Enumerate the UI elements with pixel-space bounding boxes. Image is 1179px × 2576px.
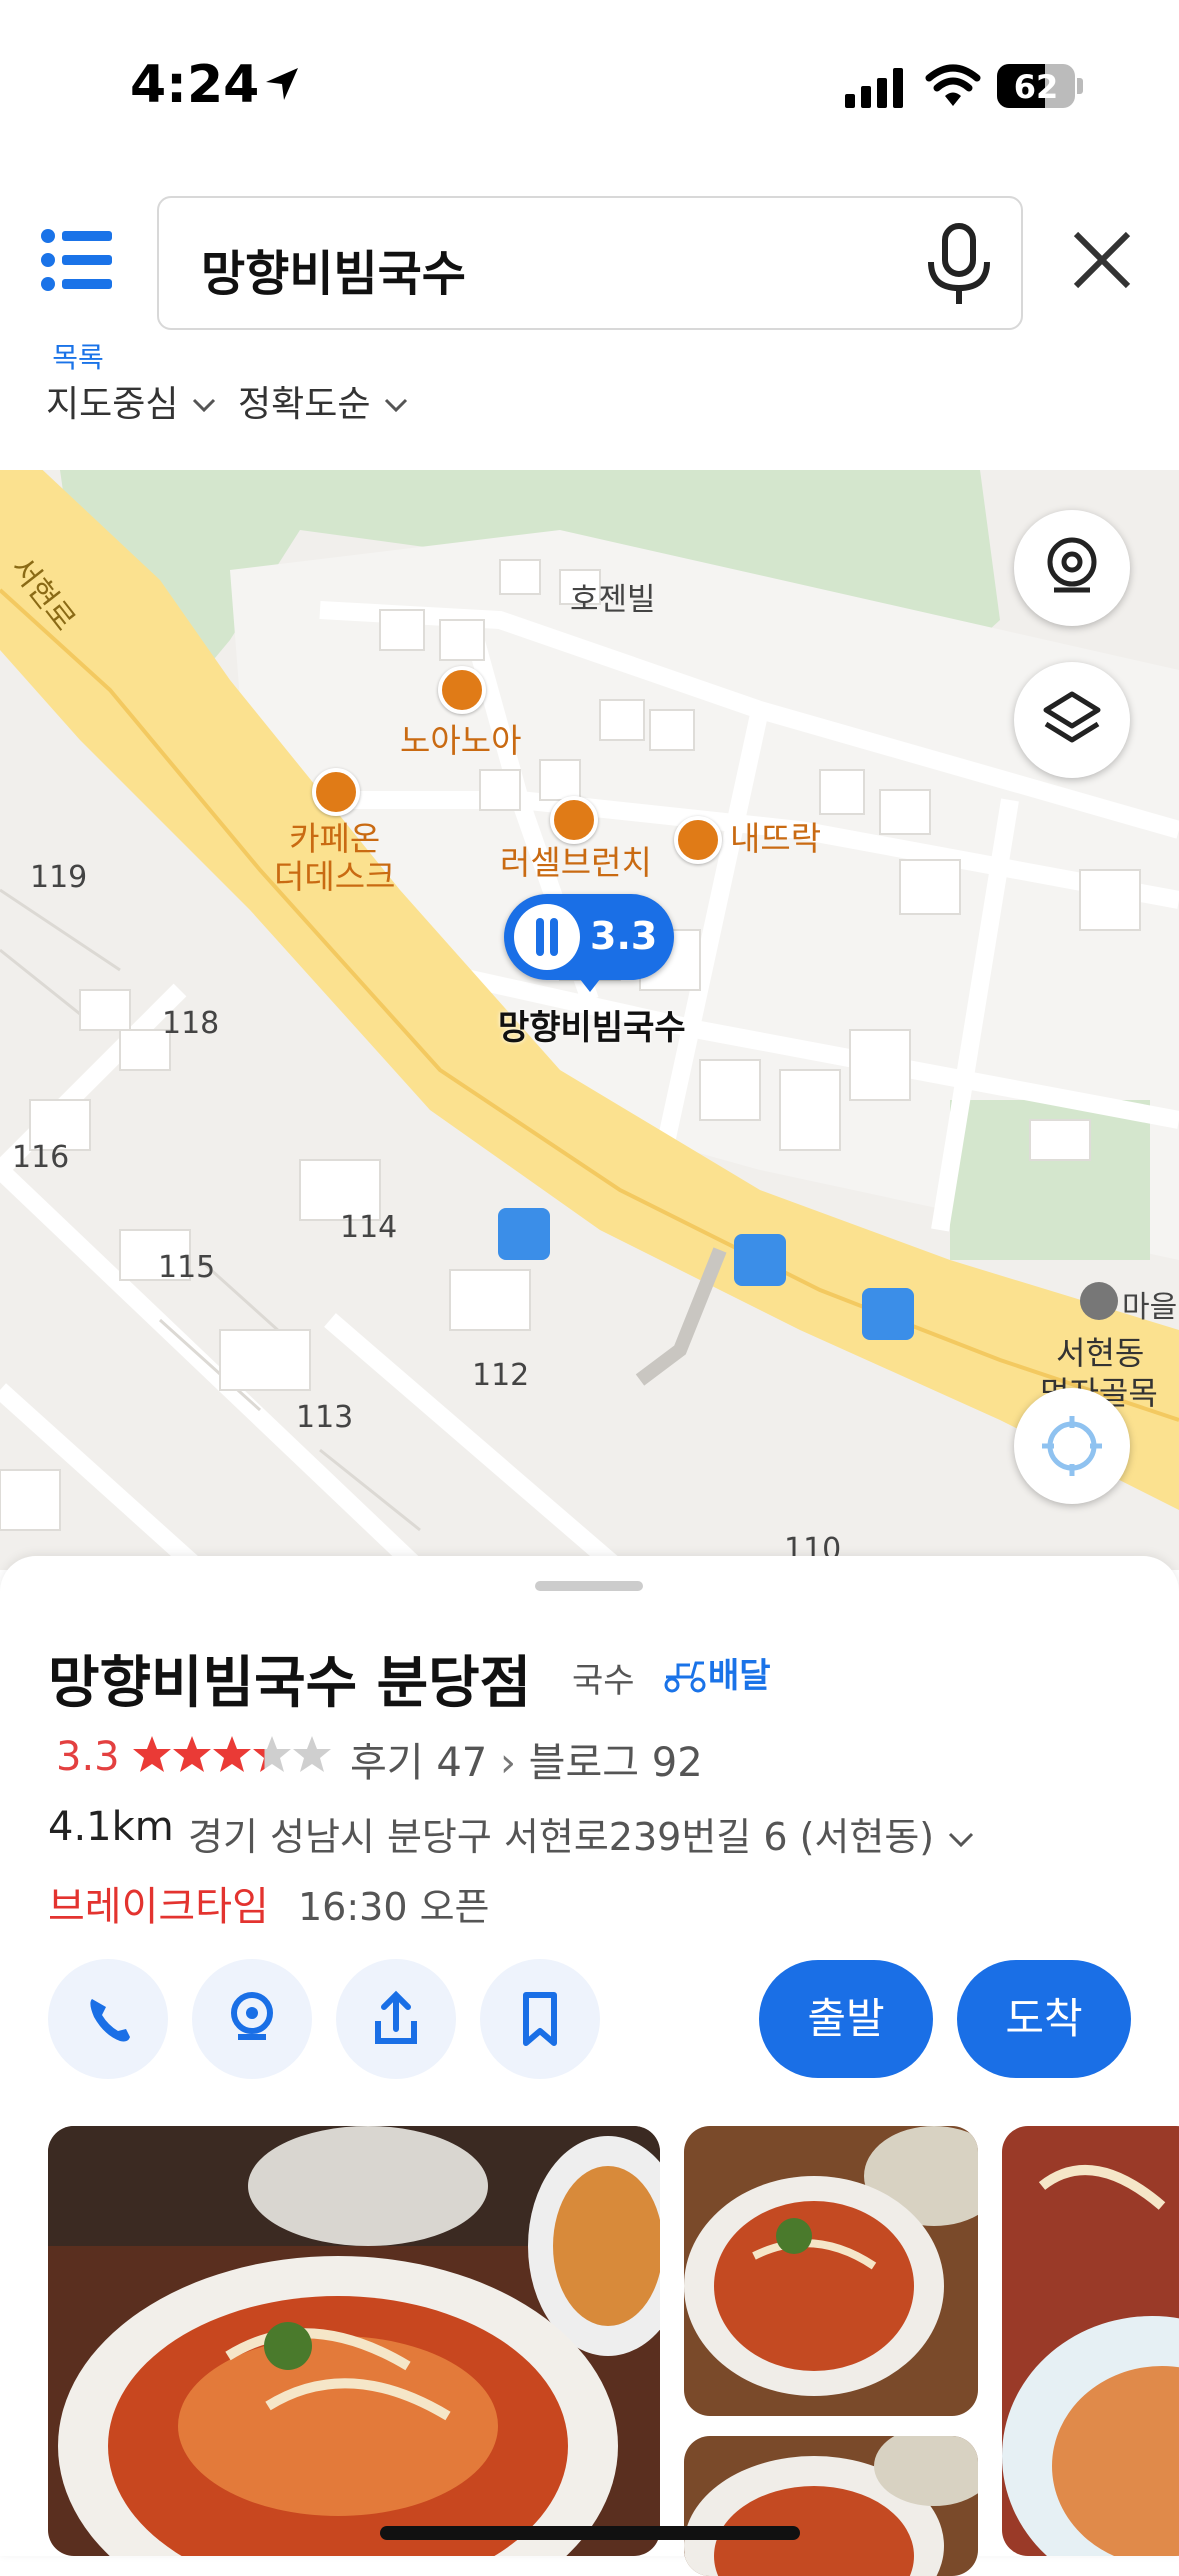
scooter-icon bbox=[664, 1661, 706, 1693]
place-label[interactable]: 내뜨락 bbox=[730, 820, 821, 858]
building-label: 119 bbox=[30, 860, 88, 895]
star-icon bbox=[133, 1736, 171, 1772]
crosshair-icon bbox=[1042, 1416, 1102, 1476]
delivery-badge[interactable]: 배달 bbox=[662, 1648, 771, 1697]
building-label: 116 bbox=[12, 1140, 70, 1175]
address[interactable]: 경기 성남시 분당구 서현로239번길 6 (서현동) bbox=[188, 1806, 976, 1861]
blog-label[interactable]: 블로그 92 bbox=[529, 1740, 703, 1786]
place-label[interactable]: 노아노아 bbox=[400, 722, 521, 760]
bus-stop-icon[interactable] bbox=[498, 1208, 550, 1260]
bookmark-icon bbox=[523, 1992, 557, 2046]
signal-icon bbox=[845, 68, 903, 108]
place-label[interactable]: 카페온 더데스크 bbox=[274, 820, 395, 896]
reviews-label[interactable]: 후기 47 bbox=[350, 1740, 487, 1786]
layers-icon bbox=[1043, 691, 1101, 743]
open-time: 16:30 오픈 bbox=[298, 1885, 490, 1929]
close-icon[interactable] bbox=[1068, 226, 1136, 294]
bakery-icon[interactable] bbox=[550, 796, 598, 844]
distance: 4.1km bbox=[48, 1804, 174, 1850]
building-label: 112 bbox=[472, 1358, 530, 1393]
place-detail-sheet[interactable]: 망향비빔국수 분당점 국수 배달 3.3 후기 47 › 블로그 92 4.1k… bbox=[0, 1556, 1179, 2576]
microphone-icon[interactable] bbox=[919, 222, 999, 308]
list-button[interactable]: 목록 bbox=[36, 218, 120, 374]
place-title: 망향비빔국수 분당점 bbox=[48, 1651, 532, 1716]
share-button[interactable] bbox=[336, 1959, 456, 2079]
sheet-handle[interactable] bbox=[535, 1581, 643, 1591]
search-query[interactable]: 망향비빔국수 bbox=[201, 234, 466, 304]
building-label: 118 bbox=[162, 1006, 220, 1041]
bookmark-button[interactable] bbox=[480, 1959, 600, 2079]
rating-value: 3.3 bbox=[56, 1734, 120, 1780]
share-icon bbox=[375, 1990, 417, 2044]
bus-stop-icon[interactable] bbox=[862, 1288, 914, 1340]
delivery-label: 배달 bbox=[708, 1656, 771, 1696]
depart-button[interactable]: 출발 bbox=[759, 1960, 933, 2078]
place-photo[interactable] bbox=[684, 2126, 978, 2416]
building-label: 113 bbox=[296, 1400, 354, 1435]
star-icon bbox=[293, 1736, 331, 1772]
marker-rating: 3.3 bbox=[590, 914, 658, 958]
chevron-down-icon bbox=[192, 398, 215, 413]
filter-label: 정확도순 bbox=[238, 384, 371, 425]
filter-label: 지도중심 bbox=[46, 384, 179, 425]
call-button[interactable] bbox=[48, 1959, 168, 2079]
location-arrow-icon bbox=[266, 68, 298, 100]
chevron-down-icon bbox=[949, 1832, 974, 1848]
business-status: 브레이크타임 bbox=[48, 1884, 269, 1930]
restaurant-icon[interactable] bbox=[674, 816, 722, 864]
battery-level: 62 bbox=[1013, 68, 1059, 106]
cafe-icon[interactable] bbox=[312, 768, 360, 816]
map-view[interactable]: 서현로 호젠빌 119 118 116 115 114 113 112 110 … bbox=[0, 470, 1179, 1570]
wifi-icon bbox=[925, 64, 981, 106]
building-label: 115 bbox=[158, 1250, 216, 1285]
filter-sort-accuracy[interactable]: 정확도순 bbox=[238, 375, 410, 427]
flag-icon bbox=[1080, 1282, 1118, 1320]
building-label: 호젠빌 bbox=[570, 582, 656, 618]
street-view-action-button[interactable] bbox=[192, 1959, 312, 2079]
place-category: 국수 bbox=[572, 1661, 635, 1701]
place-photo[interactable] bbox=[1002, 2126, 1179, 2556]
street-view-icon bbox=[1047, 537, 1097, 593]
search-input[interactable]: 망향비빔국수 bbox=[157, 196, 1023, 330]
list-icon bbox=[41, 229, 112, 291]
star-icon bbox=[253, 1736, 291, 1772]
place-label[interactable]: 러셀브런치 bbox=[500, 844, 652, 882]
star-icon bbox=[213, 1736, 251, 1772]
location-icon bbox=[231, 1992, 273, 2040]
restaurant-icon bbox=[514, 904, 580, 970]
street-view-button[interactable] bbox=[1014, 510, 1130, 626]
home-indicator[interactable] bbox=[380, 2526, 800, 2540]
search-header: 목록 망향비빔국수 지도중심 정확도순 bbox=[0, 170, 1179, 470]
place-photo[interactable] bbox=[684, 2436, 978, 2576]
building-label: 114 bbox=[340, 1210, 398, 1245]
list-label: 목록 bbox=[52, 341, 104, 374]
status-bar: 4:24 62 bbox=[0, 0, 1179, 170]
layers-button[interactable] bbox=[1014, 662, 1130, 778]
status-time: 4:24 bbox=[130, 55, 260, 115]
chevron-right-icon: › bbox=[499, 1740, 516, 1786]
selected-place-marker[interactable]: 3.3 bbox=[504, 894, 674, 992]
star-icon bbox=[173, 1736, 211, 1772]
place-photo[interactable] bbox=[48, 2126, 660, 2556]
arrive-button[interactable]: 도착 bbox=[957, 1960, 1131, 2078]
area-label: 마을 bbox=[1122, 1290, 1178, 1325]
filter-map-center[interactable]: 지도중심 bbox=[46, 375, 218, 427]
rating-stars bbox=[133, 1736, 331, 1772]
address-text: 경기 성남시 분당구 서현로239번길 6 (서현동) bbox=[188, 1815, 935, 1859]
current-location-button[interactable] bbox=[1014, 1388, 1130, 1504]
reviews-link[interactable]: 후기 47 › 블로그 92 bbox=[350, 1730, 703, 1788]
battery-icon: 62 bbox=[997, 64, 1075, 108]
bus-stop-icon[interactable] bbox=[734, 1234, 786, 1286]
chevron-down-icon bbox=[384, 398, 407, 413]
selected-place-label[interactable]: 망향비빔국수 bbox=[498, 1000, 686, 1049]
restaurant-icon[interactable] bbox=[438, 666, 486, 714]
phone-icon bbox=[90, 1999, 130, 2042]
